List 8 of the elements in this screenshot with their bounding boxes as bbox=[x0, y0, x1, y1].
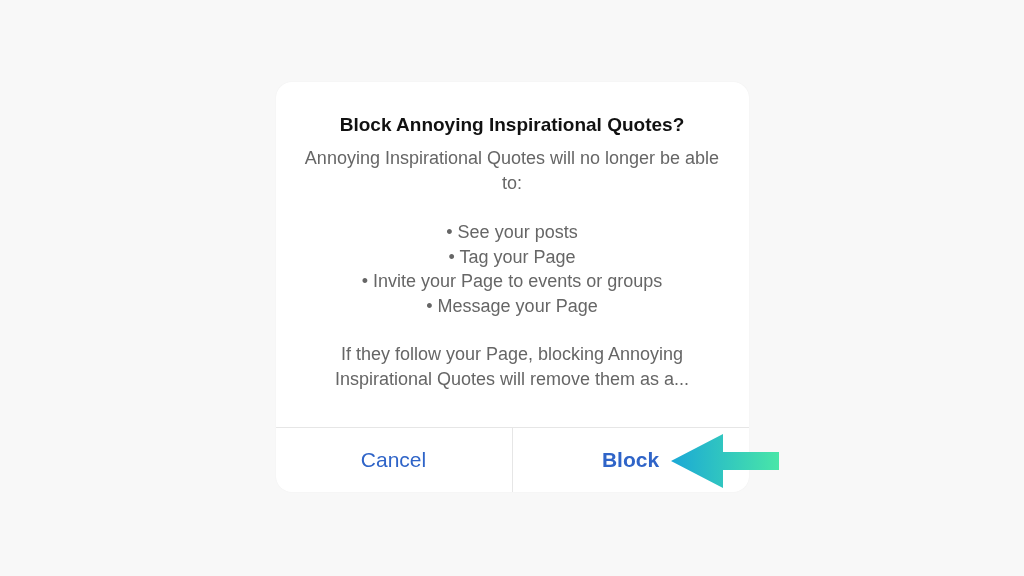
cancel-button[interactable]: Cancel bbox=[275, 428, 512, 492]
dialog-title: Block Annoying Inspirational Quotes? bbox=[339, 114, 685, 136]
restriction-item: • Invite your Page to events or groups bbox=[361, 270, 663, 293]
restriction-item: • Tag your Page bbox=[448, 245, 576, 269]
dialog-note: If they follow your Page, blocking Annoying Inspirational Quotes will remove them as a... bbox=[333, 343, 691, 391]
restriction-item: • See your posts bbox=[446, 221, 578, 244]
dialog-message: Annoying Inspirational Quotes will no longer be able to: bbox=[303, 147, 721, 195]
restriction-item: • Message your Page bbox=[426, 294, 598, 318]
